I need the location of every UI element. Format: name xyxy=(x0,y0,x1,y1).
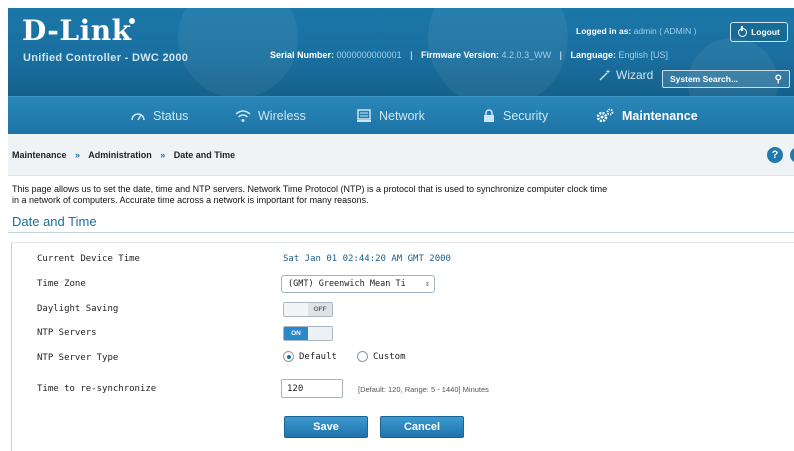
nav-status-label: Status xyxy=(153,109,189,123)
radio-selected-icon xyxy=(283,351,294,362)
main-nav: Status Wireless Network Security Mainten… xyxy=(8,96,794,134)
resync-hint: [Default: 120, Range: 5 - 1440] Minutes xyxy=(358,385,489,394)
ntp-servers-toggle[interactable]: ON xyxy=(283,326,333,341)
nav-status[interactable]: Status xyxy=(130,97,188,135)
gears-icon xyxy=(596,108,614,123)
nav-maintenance[interactable]: Maintenance xyxy=(595,97,698,135)
nav-maintenance-label: Maintenance xyxy=(622,109,698,123)
system-search-input[interactable]: System Search... ⚲ xyxy=(662,70,790,88)
section-title: Date and Time xyxy=(12,214,97,229)
toggle-state-text: ON xyxy=(284,327,308,340)
info-separator: | xyxy=(559,50,562,60)
breadcrumb-item-maintenance[interactable]: Maintenance xyxy=(12,150,67,160)
current-time-label: Current Device Time xyxy=(37,254,140,264)
nav-network[interactable]: Network xyxy=(356,97,425,135)
refresh-icon[interactable]: ↻ xyxy=(790,147,794,163)
logo-dot xyxy=(129,18,135,24)
breadcrumb: Maintenance » Administration » Date and … xyxy=(12,150,235,160)
toggle-state-text: OFF xyxy=(308,303,332,316)
description-line-2: in a network of computers. Accurate time… xyxy=(12,194,369,205)
product-subtitle: Unified Controller - DWC 2000 xyxy=(23,52,189,64)
power-icon xyxy=(738,25,748,37)
breadcrumb-separator: » xyxy=(160,150,166,160)
ntp-servers-label: NTP Servers xyxy=(37,328,97,338)
serial-label: Serial Number: xyxy=(270,50,335,60)
info-separator: | xyxy=(410,50,413,60)
device-info: Serial Number: 0000000000001 | Firmware … xyxy=(270,50,668,60)
header-banner: D-Link Unified Controller - DWC 2000 Ser… xyxy=(8,8,794,96)
dlink-logo: D-Link xyxy=(22,14,132,47)
logged-in-user: admin ( ADMIN ) xyxy=(633,26,697,36)
wifi-icon xyxy=(235,110,251,122)
logged-in-label: Logged in as: xyxy=(576,26,632,36)
firmware-value: 4.2.0.3_WW xyxy=(501,50,552,60)
resync-label: Time to re-synchronize xyxy=(37,384,157,394)
daylight-saving-label: Daylight Saving xyxy=(37,304,119,314)
toggle-knob xyxy=(284,303,308,316)
select-arrows-icon: ⇕ xyxy=(425,279,430,288)
gauge-icon xyxy=(131,113,145,121)
network-icon xyxy=(357,109,371,122)
resync-input[interactable]: 120 xyxy=(281,379,343,398)
serial-value: 0000000000001 xyxy=(336,50,402,60)
lock-icon xyxy=(484,109,494,122)
logout-button[interactable]: Logout xyxy=(730,22,788,42)
nav-network-label: Network xyxy=(379,109,425,123)
language-value[interactable]: English [US] xyxy=(618,50,668,60)
time-zone-label: Time Zone xyxy=(37,279,86,289)
search-placeholder: System Search... xyxy=(670,74,739,84)
help-icon[interactable]: ? xyxy=(767,147,783,163)
current-time-value: Sat Jan 01 02:44:20 AM GMT 2000 xyxy=(283,254,451,264)
wizard-wand-icon xyxy=(599,69,611,81)
time-zone-value: (GMT) Greenwich Mean Ti xyxy=(288,279,406,289)
ntp-server-type-label: NTP Server Type xyxy=(37,353,119,363)
breadcrumb-separator: » xyxy=(75,150,81,160)
ntp-type-default-radio[interactable]: Default xyxy=(283,351,337,362)
nav-wireless[interactable]: Wireless xyxy=(235,97,306,135)
ntp-type-custom-label: Custom xyxy=(373,351,406,362)
search-icon[interactable]: ⚲ xyxy=(775,74,782,85)
ntp-type-default-label: Default xyxy=(299,351,337,362)
save-button[interactable]: Save xyxy=(284,416,368,438)
logout-label: Logout xyxy=(751,27,780,37)
wizard-link[interactable]: Wizard xyxy=(598,68,653,82)
cancel-button[interactable]: Cancel xyxy=(380,416,464,438)
toggle-knob xyxy=(308,327,332,340)
page-description: This page allows us to set the date, tim… xyxy=(12,184,794,205)
description-line-1: This page allows us to set the date, tim… xyxy=(12,184,608,194)
breadcrumb-bar: Maintenance » Administration » Date and … xyxy=(8,134,794,176)
logged-in-info: Logged in as: admin ( ADMIN ) xyxy=(576,26,696,36)
section-divider xyxy=(8,232,794,233)
nav-security-label: Security xyxy=(503,109,549,123)
time-zone-select[interactable]: (GMT) Greenwich Mean Ti ⇕ xyxy=(281,275,435,293)
ntp-type-custom-radio[interactable]: Custom xyxy=(357,351,406,362)
breadcrumb-item-administration[interactable]: Administration xyxy=(88,150,152,160)
breadcrumb-item-date-time: Date and Time xyxy=(173,150,236,160)
firmware-label: Firmware Version: xyxy=(421,50,500,60)
nav-wireless-label: Wireless xyxy=(258,109,306,123)
wizard-label: Wizard xyxy=(616,68,654,82)
daylight-saving-toggle[interactable]: OFF xyxy=(283,302,333,317)
language-label: Language: xyxy=(570,50,616,60)
nav-security[interactable]: Security xyxy=(482,97,548,135)
radio-unselected-icon xyxy=(357,351,368,362)
